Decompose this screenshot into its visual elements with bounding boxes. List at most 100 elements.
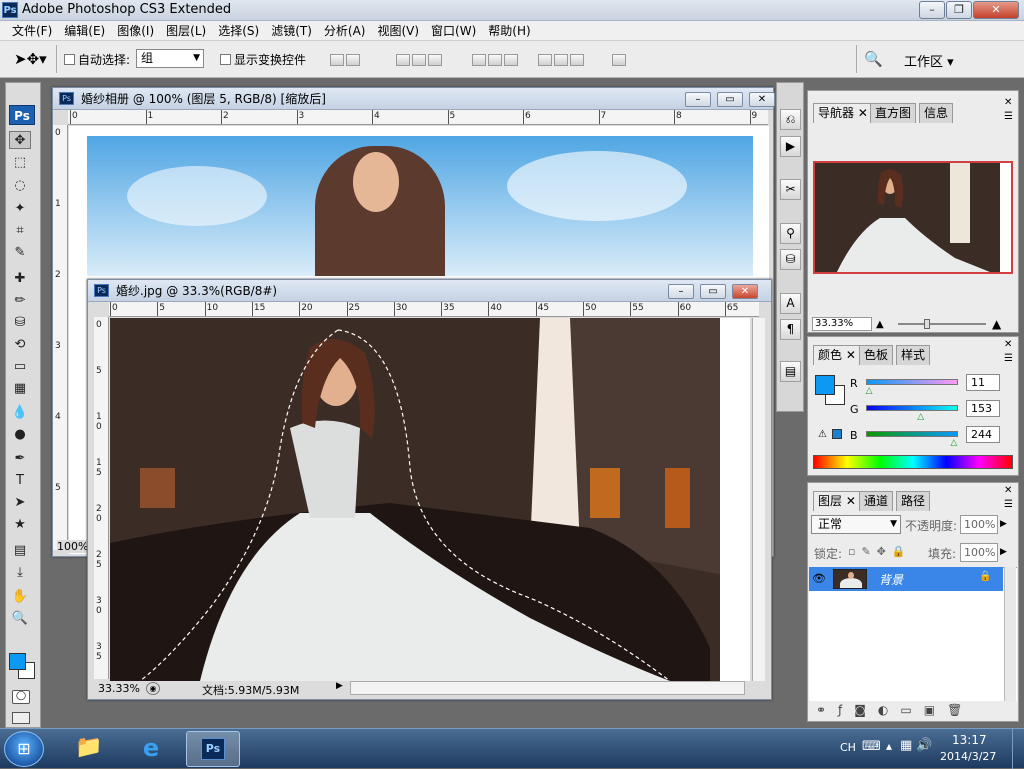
tray-expand-icon[interactable]: ▴ [886,739,892,753]
layer-comps-icon[interactable]: ▤ [780,361,801,382]
layer-row-background[interactable]: 👁 背景 🔒 [809,567,1003,591]
panel-menu-icon[interactable]: ☰ [1004,499,1013,510]
tab-swatches[interactable]: 色板 [859,345,894,365]
clone-source-icon[interactable]: ⛁ [780,249,801,270]
show-transform-checkbox[interactable] [220,54,231,65]
history-panel-icon[interactable]: ⎌ [780,109,801,130]
distribute-vcenter-icon[interactable] [488,54,502,66]
menu-window[interactable]: 窗口(W) [425,22,482,39]
workspace-menu[interactable]: 工作区 ▾ [904,51,954,70]
hand-tool-icon[interactable]: ✋ [9,588,31,606]
layers-scrollbar[interactable] [1004,567,1016,701]
minimize-button[interactable]: – [919,1,945,19]
network-icon[interactable]: ▦ [900,738,912,753]
character-panel-icon[interactable]: A [780,293,801,314]
start-button[interactable]: ⊞ [4,731,44,767]
menu-select[interactable]: 选择(S) [212,22,265,39]
input-g[interactable]: 153 [966,400,1000,417]
document-title-bar[interactable]: Ps 婚纱.jpg @ 33.3%(RGB/8#) – ▭ ✕ [88,280,771,302]
distribute-left-icon[interactable] [538,54,552,66]
navigator-zoom-field[interactable]: 33.33% [812,317,872,331]
align-hcenter-icon[interactable] [412,54,426,66]
brush-tool-icon[interactable]: ✏ [9,292,31,310]
gamut-warning-icon[interactable]: ⚠ [818,429,827,440]
tab-color[interactable]: 颜色 ✕ [813,345,861,365]
align-left-icon[interactable] [396,54,410,66]
clock-time[interactable]: 13:17 [952,733,987,747]
panel-close-icon[interactable]: ✕ [1004,97,1012,108]
status-options-icon[interactable]: ◉ [146,682,160,695]
doc-minimize-button[interactable]: – [668,284,694,299]
eraser-icon[interactable]: ▭ [9,358,31,376]
tab-layers[interactable]: 图层 ✕ [813,491,861,511]
color-foreground-swatch[interactable] [815,375,835,395]
move-tool-preset-icon[interactable]: ➤✥▾ [14,50,47,68]
slice-tool-icon[interactable]: ✎ [9,244,31,262]
volume-icon[interactable]: 🔊 [916,738,932,753]
menu-file[interactable]: 文件(F) [6,22,58,39]
screen-mode-icon[interactable] [12,712,30,724]
path-select-icon[interactable]: ➤ [9,494,31,512]
distribute-hcenter-icon[interactable] [554,54,568,66]
eyedropper-icon[interactable]: ⤓ [9,564,31,582]
panel-menu-icon[interactable]: ☰ [1004,111,1013,122]
photoshop-taskbar-button[interactable]: Ps [186,731,240,767]
document-title-bar[interactable]: Ps 婚纱相册 @ 100% (图层 5, RGB/8) [缩放后] – ▭ ✕ [53,88,775,110]
status-arrow-icon[interactable]: ▶ [336,681,346,695]
crop-tool-icon[interactable]: ⌗ [9,222,31,240]
align-top-icon[interactable] [330,54,344,66]
zoom-tool-icon[interactable]: 🔍 [9,610,31,628]
blend-mode-dropdown[interactable]: 正常 ▼ [811,515,901,534]
doc-maximize-button[interactable]: ▭ [700,284,726,299]
language-indicator[interactable]: CH [840,741,856,754]
tab-histogram[interactable]: 直方图 [870,103,917,123]
doc-minimize-button[interactable]: – [685,92,711,107]
tab-paths[interactable]: 路径 [896,491,931,511]
clock-date[interactable]: 2014/3/27 [940,750,996,763]
dodge-tool-icon[interactable]: ● [9,426,31,444]
color-spectrum-bar[interactable] [813,455,1013,469]
menu-edit[interactable]: 编辑(E) [58,22,111,39]
close-button[interactable]: ✕ [973,1,1019,19]
notes-tool-icon[interactable]: ▤ [9,542,31,560]
distribute-bottom-icon[interactable] [504,54,518,66]
slider-b-handle[interactable]: △ [950,438,957,448]
move-tool-icon[interactable]: ✥ [9,131,31,149]
lock-icons[interactable]: ▫✎✥🔒 [848,545,912,558]
opacity-arrow-icon[interactable]: ▶ [1000,519,1007,529]
restore-button[interactable]: ❐ [946,1,972,19]
align-right-icon[interactable] [428,54,442,66]
zoom-in-icon[interactable]: ▲ [992,317,1001,331]
slider-r-handle[interactable]: △ [866,386,873,396]
blur-tool-icon[interactable]: 💧 [9,404,31,422]
horizontal-scrollbar[interactable] [350,681,745,695]
explorer-taskbar-icon[interactable]: 📁 [62,731,116,767]
quick-mask-icon[interactable]: ◯ [12,690,30,704]
menu-layer[interactable]: 图层(L) [160,22,212,39]
doc-close-button[interactable]: ✕ [732,284,758,299]
slider-b[interactable] [866,431,958,437]
layer-action-icons[interactable]: ⚭ƒ◙◐▭▣🗑 [816,703,974,717]
gamut-swatch[interactable] [832,429,842,439]
canvas[interactable] [110,318,750,681]
slider-g-handle[interactable]: △ [917,412,924,422]
input-b[interactable]: 244 [966,426,1000,443]
input-r[interactable]: 11 [966,374,1000,391]
pen-tool-icon[interactable]: ✒ [9,450,31,468]
opacity-input[interactable]: 100% [960,515,998,534]
zoom-out-icon[interactable]: ▲ [876,319,884,330]
doc-zoom-readout[interactable]: 33.33% [98,682,140,695]
eye-icon[interactable]: 👁 [812,572,826,585]
fill-input[interactable]: 100% [960,543,998,562]
distribute-top-icon[interactable] [472,54,486,66]
shape-tool-icon[interactable]: ★ [9,516,31,534]
paragraph-panel-icon[interactable]: ¶ [780,319,801,340]
gradient-tool-icon[interactable]: ▦ [9,380,31,398]
panel-close-icon[interactable]: ✕ [1004,339,1012,350]
distribute-right-icon[interactable] [570,54,584,66]
slider-g[interactable] [866,405,958,411]
panel-close-icon[interactable]: ✕ [1004,485,1012,496]
history-brush-icon[interactable]: ⟲ [9,336,31,354]
lasso-tool-icon[interactable]: ◌ [9,177,31,195]
show-desktop-button[interactable] [1012,729,1024,769]
